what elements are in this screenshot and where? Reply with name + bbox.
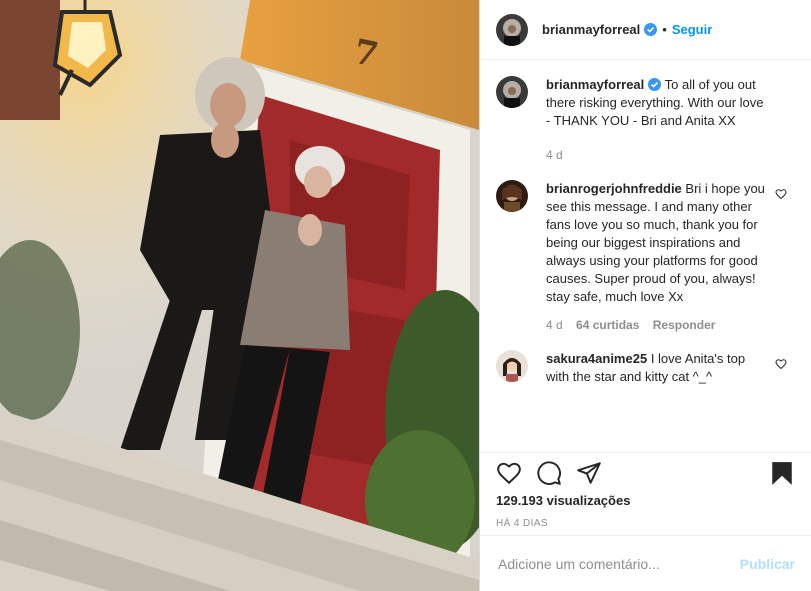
- post-actions: 129.193 visualizações HÁ 4 DIAS: [480, 452, 811, 529]
- comment-input[interactable]: [496, 554, 740, 573]
- avatar[interactable]: [496, 350, 528, 382]
- comments-list[interactable]: brianmayforreal To all of you out there …: [480, 60, 811, 452]
- instagram-post: 7 brianmayforreal • Seguir brianmayforre…: [0, 0, 811, 591]
- post-photo[interactable]: 7: [0, 0, 479, 591]
- comment-likes[interactable]: 64 curtidas: [576, 318, 639, 332]
- comment-username[interactable]: brianrogerjohnfreddie: [546, 181, 682, 196]
- comment-icon[interactable]: [536, 460, 562, 486]
- avatar[interactable]: [496, 13, 528, 46]
- avatar[interactable]: [496, 76, 528, 108]
- publish-button[interactable]: Publicar: [740, 556, 795, 572]
- avatar[interactable]: [496, 180, 528, 212]
- separator-dot: •: [662, 22, 667, 37]
- bookmark-icon[interactable]: [769, 460, 795, 486]
- comment-text: Bri i hope you see this message. I and m…: [546, 181, 765, 304]
- comment-time[interactable]: 4 d: [546, 318, 563, 332]
- verified-icon: [644, 23, 658, 36]
- header-username[interactable]: brianmayforreal: [542, 22, 640, 37]
- comment-username[interactable]: sakura4anime25: [546, 351, 647, 366]
- share-icon[interactable]: [576, 460, 602, 486]
- heart-icon[interactable]: [496, 460, 522, 486]
- add-comment-bar: Publicar: [480, 535, 811, 591]
- caption-time[interactable]: 4 d: [546, 148, 563, 162]
- comment-item: sakura4anime25 I love Anita's top with t…: [496, 350, 795, 386]
- caption-username[interactable]: brianmayforreal: [546, 77, 644, 92]
- verified-icon: [648, 78, 662, 91]
- post-header: brianmayforreal • Seguir: [480, 0, 811, 60]
- reply-button[interactable]: Responder: [653, 318, 716, 332]
- follow-button[interactable]: Seguir: [672, 22, 712, 37]
- like-comment-heart-icon[interactable]: [775, 358, 787, 370]
- views-count[interactable]: 129.193 visualizações: [496, 493, 795, 508]
- caption: brianmayforreal To all of you out there …: [496, 76, 795, 164]
- post-date[interactable]: HÁ 4 DIAS: [496, 518, 795, 529]
- like-comment-heart-icon[interactable]: [775, 188, 787, 200]
- post-sidebar: brianmayforreal • Seguir brianmayforreal…: [479, 0, 811, 591]
- comment-item: brianrogerjohnfreddie Bri i hope you see…: [496, 180, 795, 334]
- photo-illustration: 7: [0, 0, 479, 591]
